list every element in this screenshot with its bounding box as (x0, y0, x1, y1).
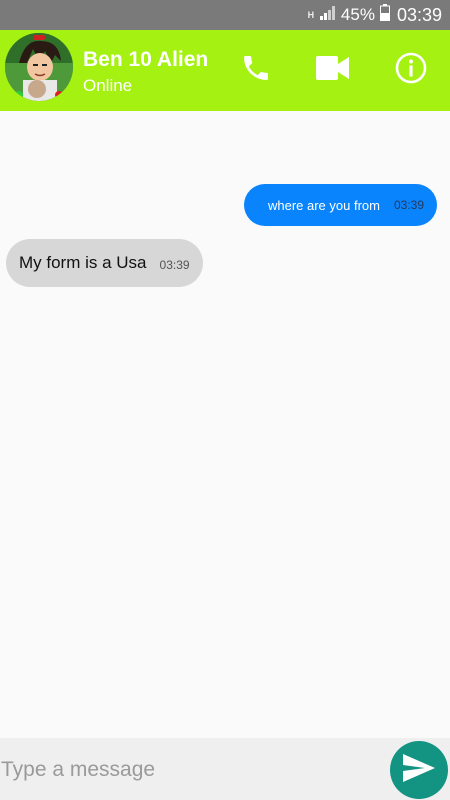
video-camera-icon (316, 55, 350, 86)
status-clock: 03:39 (396, 4, 442, 25)
call-button[interactable] (236, 50, 276, 90)
composer-bar (0, 738, 450, 800)
status-icons: H 45% 03:39 (307, 0, 442, 30)
message-list[interactable]: where are you from 03:39 My form is a Us… (0, 111, 450, 738)
contact-avatar[interactable] (5, 33, 73, 101)
signal-bars-icon (319, 5, 336, 25)
network-type-indicator: H (307, 10, 315, 20)
message-time: 03:39 (393, 198, 424, 212)
send-icon (401, 752, 437, 789)
outgoing-message-bubble[interactable]: where are you from 03:39 (243, 184, 437, 226)
contact-name[interactable]: Ben 10 Alien (83, 48, 208, 72)
battery-icon (379, 4, 390, 26)
message-text: where are you from (267, 197, 380, 213)
message-text: My form is a Usa (19, 253, 147, 272)
info-icon (395, 52, 427, 89)
battery-percent: 45% (340, 5, 375, 24)
chat-header: Ben 10 Alien Online (0, 30, 450, 111)
info-button[interactable] (391, 50, 431, 90)
incoming-message-bubble[interactable]: My form is a Usa 03:39 (6, 239, 203, 287)
status-bar: H 45% 03:39 (0, 0, 450, 30)
contact-status: Online (83, 76, 133, 95)
phone-icon (240, 52, 272, 89)
message-time: 03:39 (159, 258, 190, 272)
video-call-button[interactable] (313, 50, 353, 90)
send-button[interactable] (390, 741, 448, 799)
message-input[interactable] (0, 748, 380, 792)
